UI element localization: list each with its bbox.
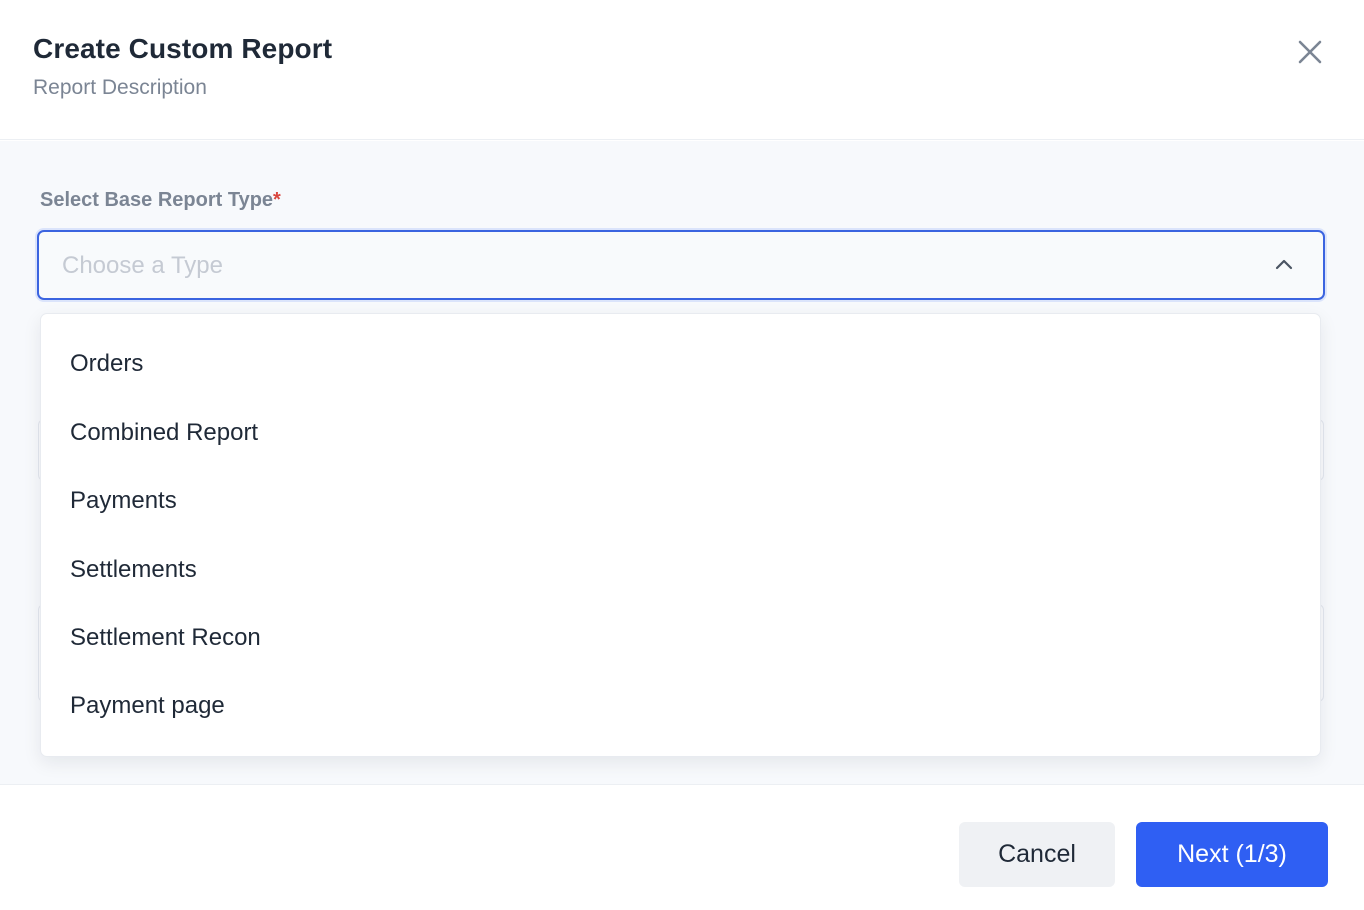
option-settlements[interactable]: Settlements [41,536,1320,604]
option-orders[interactable]: Orders [41,330,1320,398]
option-combined-report[interactable]: Combined Report [41,399,1320,467]
modal-subtitle: Report Description [33,76,207,99]
select-placeholder: Choose a Type [62,252,224,279]
base-report-type-select[interactable]: Choose a Type [37,230,1325,300]
modal-footer: Cancel Next (1/3) [0,784,1364,910]
required-marker: * [273,189,281,211]
modal-header: Create Custom Report Report Description [0,0,1364,140]
modal-title: Create Custom Report [33,33,333,64]
chevron-up-icon [1275,259,1293,270]
cancel-button[interactable]: Cancel [959,822,1115,887]
option-payment-page[interactable]: Payment page [41,672,1320,740]
option-payments[interactable]: Payments [41,467,1320,535]
report-type-dropdown-menu: Orders Combined Report Payments Settleme… [40,313,1321,757]
option-settlement-recon[interactable]: Settlement Recon [41,604,1320,672]
close-icon [1298,40,1322,64]
close-button[interactable] [1292,34,1328,70]
label-text: Select Base Report Type [40,189,274,211]
base-report-type-label: Select Base Report Type* [40,189,281,212]
next-button[interactable]: Next (1/3) [1136,822,1328,887]
